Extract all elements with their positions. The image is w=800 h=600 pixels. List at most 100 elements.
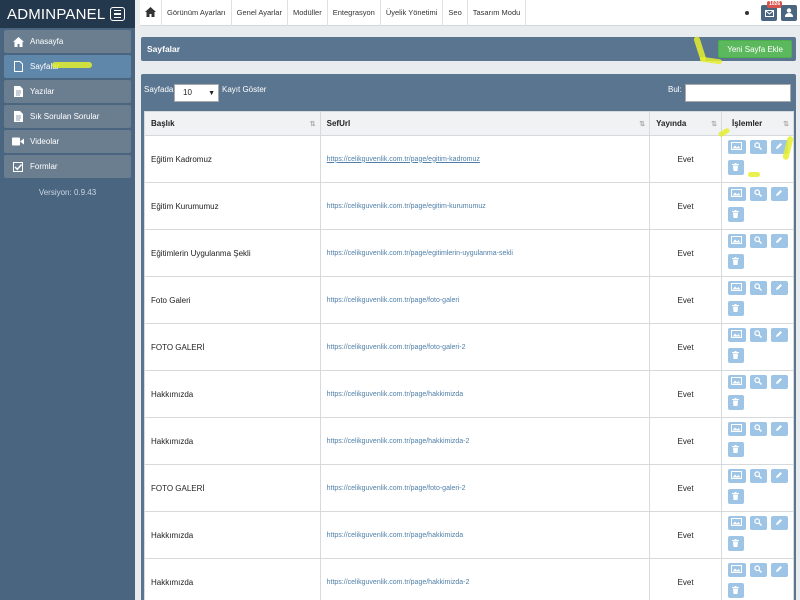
top-menu-moduller[interactable]: Modüller (288, 0, 328, 26)
cell-url-link[interactable]: https://celikguvenlik.com.tr/page/egitim… (319, 229, 651, 277)
sidebar-item-label: Sık Sorulan Sorular (30, 112, 100, 121)
cell-published: Evet (649, 323, 722, 371)
top-menu-entegrasyon[interactable]: Entegrasyon (328, 0, 381, 26)
notifications-button[interactable]: 1026 (761, 0, 783, 21)
cell-title: FOTO GALERİ (144, 323, 321, 371)
pencil-icon (775, 471, 783, 481)
table-row: Hakkımızda https://celikguvenlik.com.tr/p… (144, 370, 795, 418)
edit-button[interactable] (770, 281, 788, 295)
pencil-icon (775, 518, 783, 528)
view-button[interactable] (749, 375, 767, 389)
view-button[interactable] (749, 281, 767, 295)
delete-button[interactable] (727, 207, 744, 222)
view-button[interactable] (749, 328, 767, 342)
pencil-icon (775, 142, 783, 152)
edit-button[interactable] (770, 563, 788, 577)
image-button[interactable] (727, 516, 746, 530)
table-header-row: Başlık ⇅ SefUrl ⇅ Yayında ⇅ İşlemler ⇅ (144, 111, 795, 136)
image-button[interactable] (727, 281, 746, 295)
edit-button[interactable] (770, 234, 788, 248)
top-menu-genel[interactable]: Genel Ayarlar (232, 0, 288, 26)
file-icon (12, 61, 24, 72)
delete-button[interactable] (727, 301, 744, 316)
image-button[interactable] (727, 375, 746, 389)
search-icon (754, 189, 763, 199)
image-button[interactable] (727, 563, 746, 577)
top-menu-uyelik[interactable]: Üyelik Yönetimi (381, 0, 444, 26)
cell-title: Hakkımızda (144, 370, 321, 418)
pencil-icon (775, 377, 783, 387)
cell-url-link[interactable]: https://celikguvenlik.com.tr/page/hakkim… (319, 558, 651, 600)
cell-published: Evet (649, 511, 722, 559)
cell-url-link[interactable]: https://celikguvenlik.com.tr/page/hakkim… (319, 417, 651, 465)
edit-button[interactable] (770, 516, 788, 530)
cell-url-link[interactable]: https://celikguvenlik.com.tr/page/egitim… (319, 182, 651, 230)
video-icon (12, 137, 24, 146)
delete-button[interactable] (727, 583, 744, 598)
per-page-value: 10 (183, 88, 192, 97)
cell-url-link[interactable]: https://celikguvenlik.com.tr/page/egitim… (319, 135, 651, 183)
sidebar-nav: Anasayfa Sayfalar Yazılar Sık Sorulan So… (0, 30, 135, 178)
sidebar-item-sss[interactable]: Sık Sorulan Sorular (4, 105, 131, 128)
delete-button[interactable] (727, 489, 744, 504)
image-button[interactable] (727, 140, 746, 154)
image-icon (731, 518, 743, 528)
sidebar-item-anasayfa[interactable]: Anasayfa (4, 30, 131, 53)
column-header-yayinda[interactable]: Yayında ⇅ (649, 111, 722, 136)
view-button[interactable] (749, 469, 767, 483)
trash-icon (732, 303, 740, 314)
page-title: Sayfalar (147, 44, 181, 54)
delete-button[interactable] (727, 442, 744, 457)
delete-button[interactable] (727, 254, 744, 269)
view-button[interactable] (749, 234, 767, 248)
cell-url-link[interactable]: https://celikguvenlik.com.tr/page/foto-g… (319, 464, 651, 512)
edit-button[interactable] (770, 469, 788, 483)
delete-button[interactable] (727, 160, 744, 175)
sidebar-item-videolar[interactable]: Videolar (4, 130, 131, 153)
cell-url-link[interactable]: https://celikguvenlik.com.tr/page/foto-g… (319, 323, 651, 371)
delete-button[interactable] (727, 348, 744, 363)
top-home-button[interactable] (140, 0, 162, 26)
edit-button[interactable] (770, 187, 788, 201)
column-header-islemler[interactable]: İşlemler ⇅ (720, 111, 795, 136)
top-menu-seo[interactable]: Seo (443, 0, 468, 26)
edit-button[interactable] (770, 422, 788, 436)
search-icon (754, 518, 763, 528)
cell-url-link[interactable]: https://celikguvenlik.com.tr/page/hakkim… (319, 511, 651, 559)
view-button[interactable] (749, 140, 767, 154)
user-button[interactable] (781, 4, 797, 21)
image-button[interactable] (727, 187, 746, 201)
edit-button[interactable] (770, 375, 788, 389)
add-page-button[interactable]: Yeni Sayfa Ekle (718, 40, 792, 58)
delete-button[interactable] (727, 395, 744, 410)
cell-published: Evet (649, 276, 722, 324)
image-button[interactable] (727, 422, 746, 436)
image-button[interactable] (727, 469, 746, 483)
cell-title: Hakkımızda (144, 511, 321, 559)
image-button[interactable] (727, 328, 746, 342)
sidebar-item-formlar[interactable]: Formlar (4, 155, 131, 178)
column-header-baslik[interactable]: Başlık ⇅ (144, 111, 321, 136)
table-row: Eğitimlerin Uygulanma Şekli https://celik… (144, 229, 795, 277)
brand-bar: ADMINPANEL (0, 0, 135, 28)
view-button[interactable] (749, 563, 767, 577)
column-header-sefurl[interactable]: SefUrl ⇅ (319, 111, 651, 136)
per-page-suffix: Kayıt Göster (222, 85, 267, 94)
per-page-select[interactable]: 10 ▼ (174, 84, 219, 102)
search-icon (754, 142, 763, 152)
top-menu-gorunum[interactable]: Görünüm Ayarları (162, 0, 232, 26)
dot-icon (745, 10, 749, 15)
image-button[interactable] (727, 234, 746, 248)
view-button[interactable] (749, 516, 767, 530)
sidebar-item-yazilar[interactable]: Yazılar (4, 80, 131, 103)
delete-button[interactable] (727, 536, 744, 551)
cell-url-link[interactable]: https://celikguvenlik.com.tr/page/hakkim… (319, 370, 651, 418)
edit-button[interactable] (770, 328, 788, 342)
view-button[interactable] (749, 187, 767, 201)
menu-toggle-icon[interactable] (110, 7, 126, 21)
view-button[interactable] (749, 422, 767, 436)
search-input[interactable] (685, 84, 791, 102)
pencil-icon (775, 189, 783, 199)
top-menu-tasarim[interactable]: Tasarım Modu (468, 0, 527, 26)
cell-url-link[interactable]: https://celikguvenlik.com.tr/page/foto-g… (319, 276, 651, 324)
